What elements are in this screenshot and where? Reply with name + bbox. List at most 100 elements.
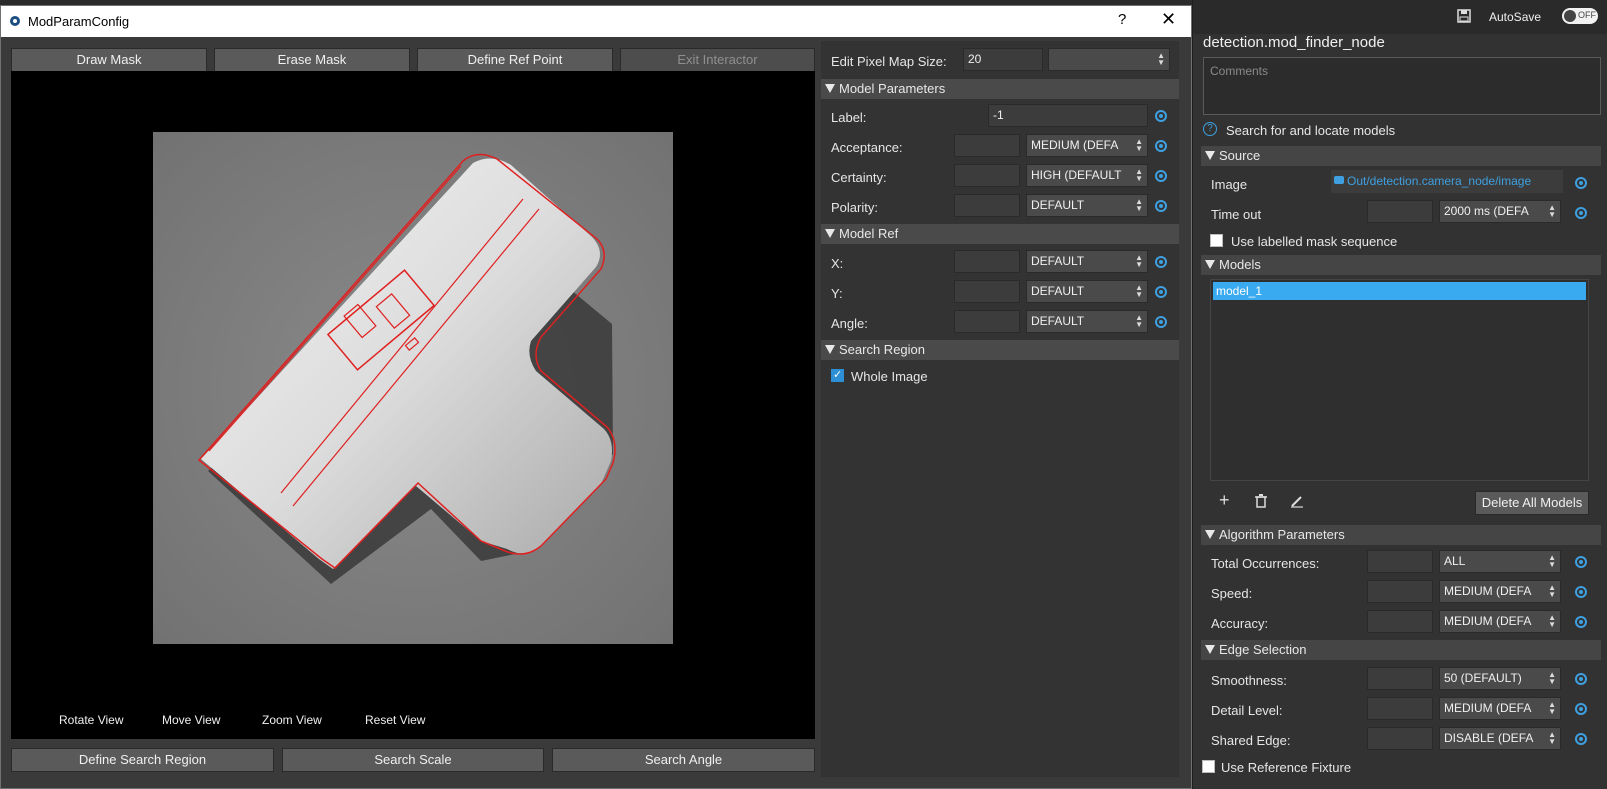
algorithm-section-header[interactable]: Algorithm Parameters xyxy=(1201,525,1601,545)
x-select[interactable]: DEFAULT ▲ ▼ xyxy=(1026,250,1148,273)
certainty-select[interactable]: HIGH (DEFAULT ▲ ▼ xyxy=(1026,164,1148,187)
dialog-titlebar: ModParamConfig ? ✕ xyxy=(1,6,1191,37)
pin-icon[interactable] xyxy=(1575,586,1587,598)
pin-icon[interactable] xyxy=(1575,703,1587,715)
list-item[interactable]: model_1 xyxy=(1213,282,1586,300)
add-icon[interactable]: + xyxy=(1219,490,1230,511)
speed-select[interactable]: MEDIUM (DEFA ▲ ▼ xyxy=(1439,580,1561,603)
node-description: Search for and locate models xyxy=(1226,123,1396,138)
angle-label: Angle: xyxy=(831,316,868,331)
edit-pixel-map-label: Edit Pixel Map Size: xyxy=(831,54,947,69)
models-list[interactable]: model_1 xyxy=(1210,279,1589,481)
spin-arrows-icon: ▲ ▼ xyxy=(1135,137,1143,153)
model-image[interactable] xyxy=(11,71,815,739)
node-title: detection.mod_finder_node xyxy=(1203,34,1385,51)
pin-icon[interactable] xyxy=(1575,616,1587,628)
pin-icon[interactable] xyxy=(1155,256,1167,268)
smoothness-label: Smoothness: xyxy=(1211,673,1287,688)
y-select[interactable]: DEFAULT ▲ ▼ xyxy=(1026,280,1148,303)
models-section-header[interactable]: Models xyxy=(1201,255,1601,275)
spin-arrows-icon: ▲ ▼ xyxy=(1157,51,1165,67)
help-button[interactable]: ? xyxy=(1118,11,1126,28)
certainty-input[interactable] xyxy=(954,164,1020,187)
source-section-header[interactable]: Source xyxy=(1201,146,1601,166)
x-input[interactable] xyxy=(954,250,1020,273)
pin-icon[interactable] xyxy=(1575,733,1587,745)
move-view-button[interactable]: Move View xyxy=(162,713,220,727)
pin-icon[interactable] xyxy=(1155,110,1167,122)
reset-view-button[interactable]: Reset View xyxy=(365,713,425,727)
delete-all-models-button[interactable]: Delete All Models xyxy=(1475,491,1589,515)
pin-icon[interactable] xyxy=(1155,170,1167,182)
close-button[interactable]: ✕ xyxy=(1161,9,1176,30)
node-topbar: AutoSave OFF xyxy=(1193,0,1607,34)
trash-icon[interactable] xyxy=(1255,494,1267,508)
draw-mask-button[interactable]: Draw Mask xyxy=(11,48,207,72)
labelled-mask-checkbox[interactable] xyxy=(1210,234,1223,247)
model-parameters-header[interactable]: Model Parameters xyxy=(821,79,1179,99)
whole-image-checkbox[interactable] xyxy=(831,368,844,382)
total-occurrences-select[interactable]: ALL ▲ ▼ xyxy=(1439,550,1561,573)
certainty-value: HIGH (DEFAULT xyxy=(1031,168,1122,182)
erase-mask-button[interactable]: Erase Mask xyxy=(214,48,410,72)
image-source-link[interactable]: Out/detection.camera_node/image xyxy=(1331,170,1563,193)
angle-select[interactable]: DEFAULT ▲ ▼ xyxy=(1026,310,1148,333)
y-input[interactable] xyxy=(954,280,1020,303)
detail-level-input[interactable] xyxy=(1367,697,1433,720)
pin-icon[interactable] xyxy=(1155,286,1167,298)
timeout-input[interactable] xyxy=(1367,200,1433,223)
spin-arrows-icon: ▲ ▼ xyxy=(1135,167,1143,183)
pin-icon[interactable] xyxy=(1155,200,1167,212)
search-scale-button[interactable]: Search Scale xyxy=(282,748,544,772)
save-icon[interactable] xyxy=(1457,9,1471,23)
polarity-select[interactable]: DEFAULT ▲ ▼ xyxy=(1026,194,1148,217)
speed-label: Speed: xyxy=(1211,586,1253,601)
shared-edge-input[interactable] xyxy=(1367,727,1433,750)
acceptance-input[interactable] xyxy=(954,134,1020,157)
label-input[interactable]: -1 xyxy=(988,104,1148,127)
search-angle-button[interactable]: Search Angle xyxy=(552,748,815,772)
spin-arrows-icon: ▲ ▼ xyxy=(1548,613,1556,629)
total-occurrences-input[interactable] xyxy=(1367,550,1433,573)
edge-selection-section-header[interactable]: Edge Selection xyxy=(1201,640,1601,660)
timeout-select[interactable]: 2000 ms (DEFA ▲ ▼ xyxy=(1439,200,1561,223)
polarity-value: DEFAULT xyxy=(1031,198,1085,212)
speed-input[interactable] xyxy=(1367,580,1433,603)
detail-level-select[interactable]: MEDIUM (DEFA ▲ ▼ xyxy=(1439,697,1561,720)
pin-icon[interactable] xyxy=(1155,316,1167,328)
accuracy-input[interactable] xyxy=(1367,610,1433,633)
pin-icon[interactable] xyxy=(1575,177,1587,189)
define-search-region-button[interactable]: Define Search Region xyxy=(11,748,274,772)
comments-field[interactable]: Comments xyxy=(1203,57,1601,115)
smoothness-select[interactable]: 50 (DEFAULT) ▲ ▼ xyxy=(1439,667,1561,690)
zoom-view-button[interactable]: Zoom View xyxy=(262,713,322,727)
polarity-input[interactable] xyxy=(954,194,1020,217)
pin-icon[interactable] xyxy=(1575,207,1587,219)
exit-interactor-button[interactable]: Exit Interactor xyxy=(620,48,815,72)
pin-icon[interactable] xyxy=(1575,673,1587,685)
y-label: Y: xyxy=(831,286,843,301)
edit-pixel-map-select[interactable]: ▲ ▼ xyxy=(1048,48,1170,71)
edit-icon[interactable] xyxy=(1290,494,1304,508)
autosave-toggle[interactable]: OFF xyxy=(1562,8,1598,24)
timeout-value: 2000 ms (DEFA xyxy=(1444,204,1529,218)
define-ref-point-button[interactable]: Define Ref Point xyxy=(417,48,613,72)
spin-arrows-icon: ▲ ▼ xyxy=(1548,670,1556,686)
image-viewport[interactable] xyxy=(11,71,815,739)
help-icon[interactable]: ? xyxy=(1203,122,1217,136)
pin-icon[interactable] xyxy=(1575,556,1587,568)
search-region-header[interactable]: Search Region xyxy=(821,340,1179,360)
pin-icon[interactable] xyxy=(1155,140,1167,152)
x-value: DEFAULT xyxy=(1031,254,1085,268)
model-ref-header[interactable]: Model Ref xyxy=(821,224,1179,244)
reference-fixture-checkbox[interactable] xyxy=(1202,760,1215,773)
spin-arrows-icon: ▲ ▼ xyxy=(1135,253,1143,269)
acceptance-select[interactable]: MEDIUM (DEFA ▲ ▼ xyxy=(1026,134,1148,157)
angle-input[interactable] xyxy=(954,310,1020,333)
shared-edge-select[interactable]: DISABLE (DEFA ▲ ▼ xyxy=(1439,727,1561,750)
edit-pixel-map-input[interactable]: 20 xyxy=(963,48,1043,71)
spin-arrows-icon: ▲ ▼ xyxy=(1135,313,1143,329)
rotate-view-button[interactable]: Rotate View xyxy=(59,713,123,727)
accuracy-select[interactable]: MEDIUM (DEFA ▲ ▼ xyxy=(1439,610,1561,633)
smoothness-input[interactable] xyxy=(1367,667,1433,690)
